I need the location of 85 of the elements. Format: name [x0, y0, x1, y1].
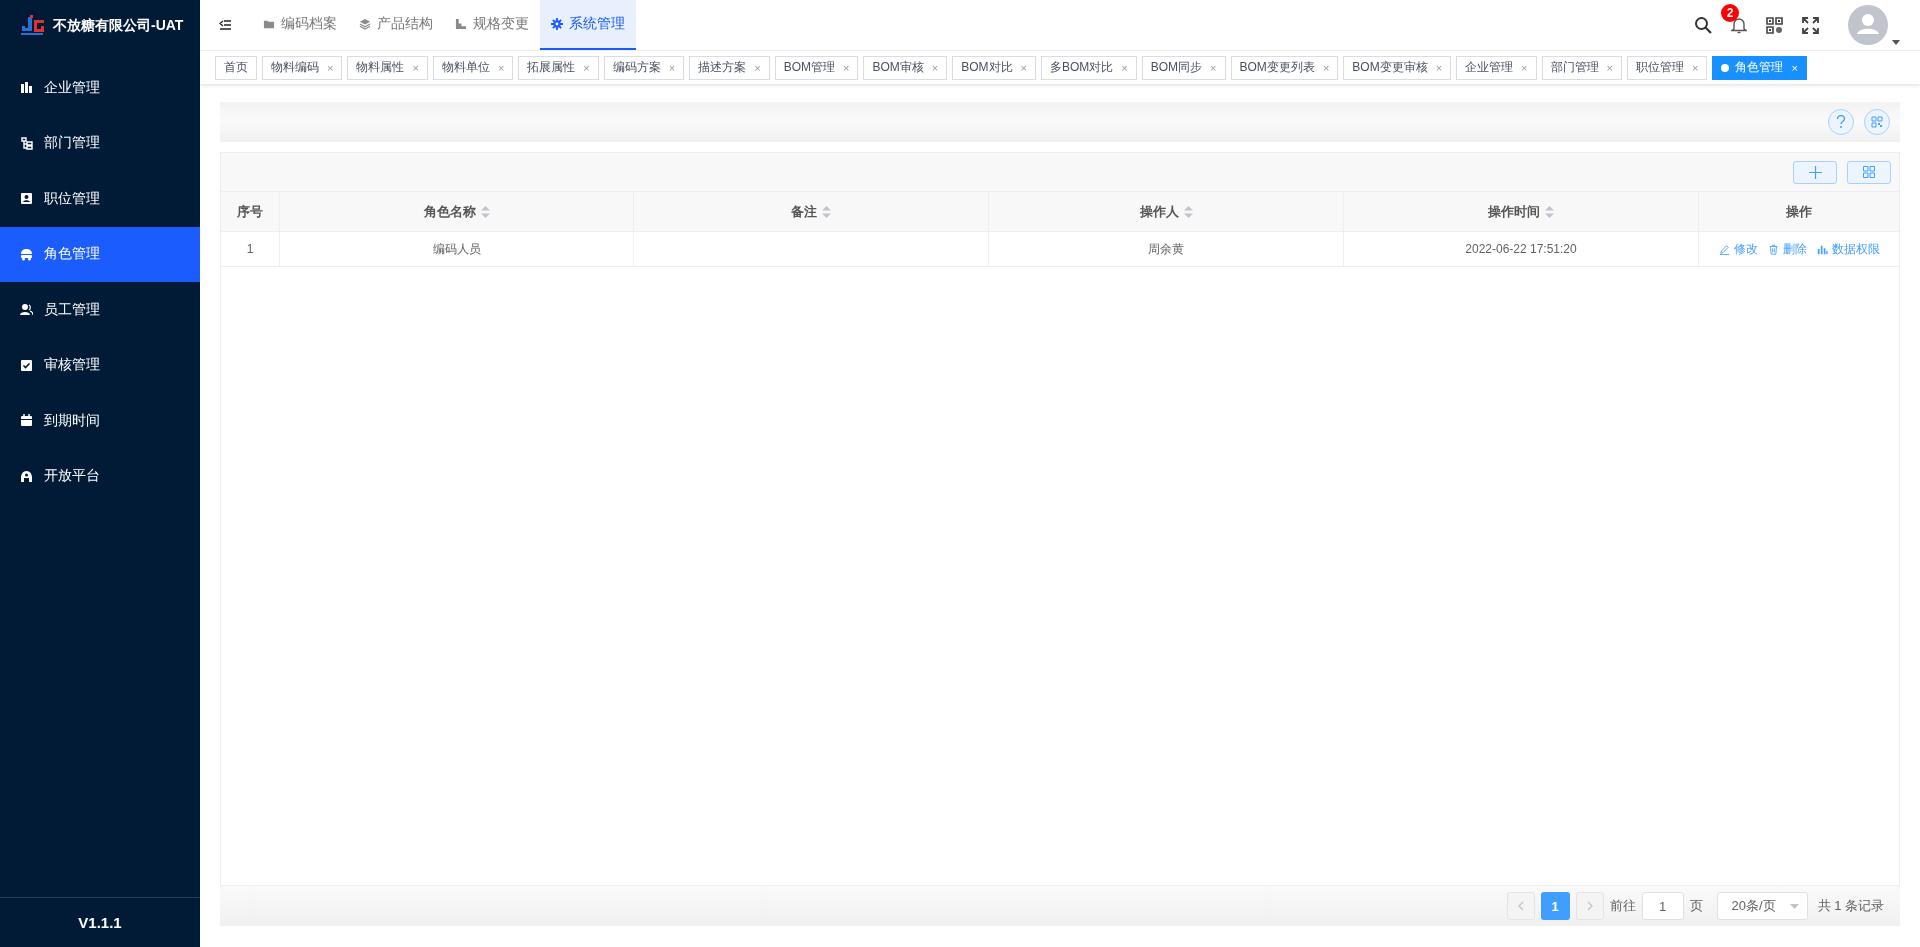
table-cell: 1 — [221, 232, 280, 267]
chevron-right-icon — [1586, 901, 1593, 911]
goto-label: 前往 — [1609, 897, 1636, 915]
column-header: 操作 — [1699, 192, 1899, 232]
total-records: 共 1 条记录 — [1817, 897, 1884, 915]
edit-icon — [1718, 243, 1730, 255]
active-dot — [1721, 63, 1730, 72]
help-icon — [1836, 115, 1846, 129]
bar-chart-icon — [1816, 243, 1828, 255]
module-tab[interactable]: 系统管理 — [540, 0, 636, 50]
add-button[interactable] — [1793, 160, 1837, 184]
folder-icon — [263, 18, 275, 30]
page-tag[interactable]: BOM变更列表 × — [1230, 55, 1339, 80]
column-header[interactable]: 操作时间 — [1344, 192, 1699, 232]
table-cell: 周余黄 — [989, 232, 1344, 267]
page-tag[interactable]: 多BOM对比 × — [1040, 55, 1137, 80]
notification-badge: 2 — [1721, 4, 1739, 22]
trash-icon — [1767, 243, 1779, 255]
sidebar-item[interactable]: 开放平台 — [0, 448, 200, 504]
page-tag[interactable]: 职位管理 × — [1626, 55, 1708, 80]
column-header[interactable]: 角色名称 — [280, 192, 634, 232]
id-card-icon — [20, 192, 33, 206]
caret-icon — [1789, 903, 1799, 909]
page-tag[interactable]: 首页 — [215, 55, 257, 80]
sidebar-item[interactable]: 角色管理 — [0, 226, 200, 282]
page-size-select[interactable]: 20条/页 — [1716, 892, 1808, 920]
sort-icon[interactable] — [480, 205, 490, 218]
column-header: 序号 — [221, 192, 280, 232]
chevron-left-icon — [1517, 901, 1524, 911]
page-tag[interactable]: 物料属性 × — [347, 55, 428, 80]
column-header[interactable]: 操作人 — [989, 192, 1344, 232]
user-icon — [20, 303, 33, 317]
plus-icon — [1808, 165, 1822, 179]
checkbox-icon — [20, 358, 33, 372]
sidebar-item[interactable]: 审核管理 — [0, 337, 200, 393]
page-tag[interactable]: BOM管理 × — [774, 55, 859, 80]
logo-icon — [20, 15, 45, 37]
sidebar-item[interactable]: 员工管理 — [0, 282, 200, 338]
page-unit-label: 页 — [1689, 897, 1703, 915]
grid-icon — [1863, 166, 1875, 178]
app-title: 不放糖有限公司-UAT — [53, 17, 184, 35]
page-input[interactable]: 1 — [1641, 892, 1684, 920]
sort-icon[interactable] — [1545, 205, 1554, 218]
qr-code-button[interactable] — [1864, 109, 1890, 135]
calendar-icon — [20, 414, 33, 428]
table-cell: 编码人员 — [280, 232, 634, 267]
sidebar-item[interactable]: 部门管理 — [0, 115, 200, 171]
building-icon — [20, 81, 33, 95]
page-tag[interactable]: 拓展属性 × — [518, 55, 599, 80]
prev-page-button[interactable] — [1506, 892, 1535, 920]
page-tag[interactable]: 描述方案 × — [689, 55, 770, 80]
module-tab[interactable]: 规格变更 — [444, 0, 540, 50]
module-tab[interactable]: 产品结构 — [348, 0, 444, 50]
page-tag[interactable]: 物料编码 × — [262, 55, 343, 80]
page-tag[interactable]: BOM对比 × — [952, 55, 1036, 80]
qr-code-icon — [1871, 116, 1883, 128]
grid-view-button[interactable] — [1847, 160, 1891, 184]
page-tag[interactable]: 企业管理 × — [1456, 55, 1537, 80]
sidebar-item[interactable]: 到期时间 — [0, 393, 200, 449]
gear-icon — [551, 18, 563, 30]
next-page-button[interactable] — [1575, 892, 1604, 920]
role-icon — [20, 247, 33, 261]
layers-icon — [359, 18, 371, 30]
sort-icon[interactable] — [1183, 205, 1193, 218]
page-tag[interactable]: BOM同步 × — [1141, 55, 1226, 80]
search-icon[interactable] — [1694, 16, 1712, 34]
sidebar-item[interactable]: 职位管理 — [0, 171, 200, 227]
help-button[interactable] — [1828, 109, 1854, 135]
page-tag[interactable]: 编码方案 × — [603, 55, 685, 80]
fullscreen-icon[interactable] — [1802, 16, 1819, 34]
bell-icon[interactable] — [1731, 16, 1747, 34]
column-header[interactable]: 备注 — [634, 192, 989, 232]
version-label: V1.1.1 — [78, 914, 122, 931]
menu-collapse-icon[interactable] — [219, 20, 231, 30]
org-tree-icon — [20, 136, 33, 150]
page-tag[interactable]: BOM审核 × — [863, 55, 948, 80]
qr-code-icon[interactable] — [1766, 16, 1783, 34]
sidebar-item[interactable]: 企业管理 — [0, 60, 200, 116]
module-tab[interactable]: 编码档案 — [252, 0, 348, 50]
page-tag[interactable]: 部门管理 × — [1541, 55, 1622, 80]
page-tag[interactable]: 物料单位 × — [432, 55, 514, 80]
page-tag[interactable]: BOM变更审核 × — [1343, 55, 1452, 80]
sort-icon[interactable] — [822, 205, 831, 218]
caret-icon[interactable] — [1892, 40, 1900, 45]
table-cell: 2022-06-22 17:51:20 — [1344, 232, 1699, 267]
